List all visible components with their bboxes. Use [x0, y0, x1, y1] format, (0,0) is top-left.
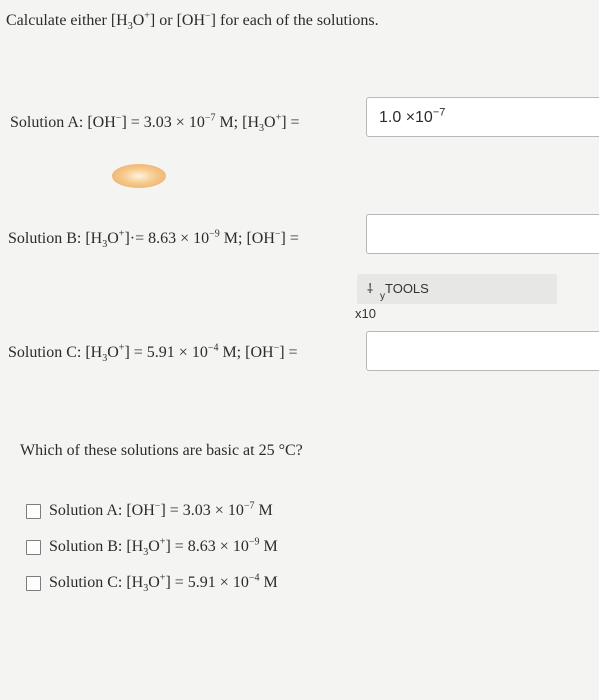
x10-button[interactable]: x10	[355, 306, 376, 321]
tools-toolbar[interactable]: ⸸ TOOLS y	[357, 274, 557, 304]
solution-b-answer-field[interactable]	[366, 214, 599, 254]
solution-c-label: Solution C: [H3O+] = 5.91 × 10−4 M; [OH−…	[8, 342, 298, 365]
basic-question: Which of these solutions are basic at 25…	[20, 442, 303, 459]
wrench-icon[interactable]: ⸸	[367, 279, 373, 297]
option-b-label[interactable]: Solution B: [H3O+] = 8.63 × 10−9 M	[49, 537, 278, 558]
solution-a-answer-field[interactable]: 1.0 ×10−7	[366, 97, 599, 137]
smudge-mark	[112, 164, 166, 188]
solution-a-answer-value: 1.0 ×10−7	[379, 106, 446, 126]
solution-b-label: Solution B: [H3O+]·= 8.63 × 10−9 M; [OH−…	[8, 228, 299, 251]
option-c-label[interactable]: Solution C: [H3O+] = 5.91 × 10−4 M	[49, 573, 278, 594]
prompt-text: Calculate either [H3O+] or [OH−] for eac…	[6, 10, 379, 33]
solution-c-answer-field[interactable]	[366, 331, 599, 371]
option-a-label[interactable]: Solution A: [OH−] = 3.03 × 10−7 M	[49, 501, 273, 520]
option-a-checkbox[interactable]	[26, 504, 41, 519]
solution-a-label: Solution A: [OH−] = 3.03 × 10−7 M; [H3O+…	[10, 112, 300, 135]
y-marker: y	[380, 291, 385, 302]
option-c-checkbox[interactable]	[26, 576, 41, 591]
tools-label[interactable]: TOOLS	[385, 281, 429, 296]
option-b-checkbox[interactable]	[26, 540, 41, 555]
